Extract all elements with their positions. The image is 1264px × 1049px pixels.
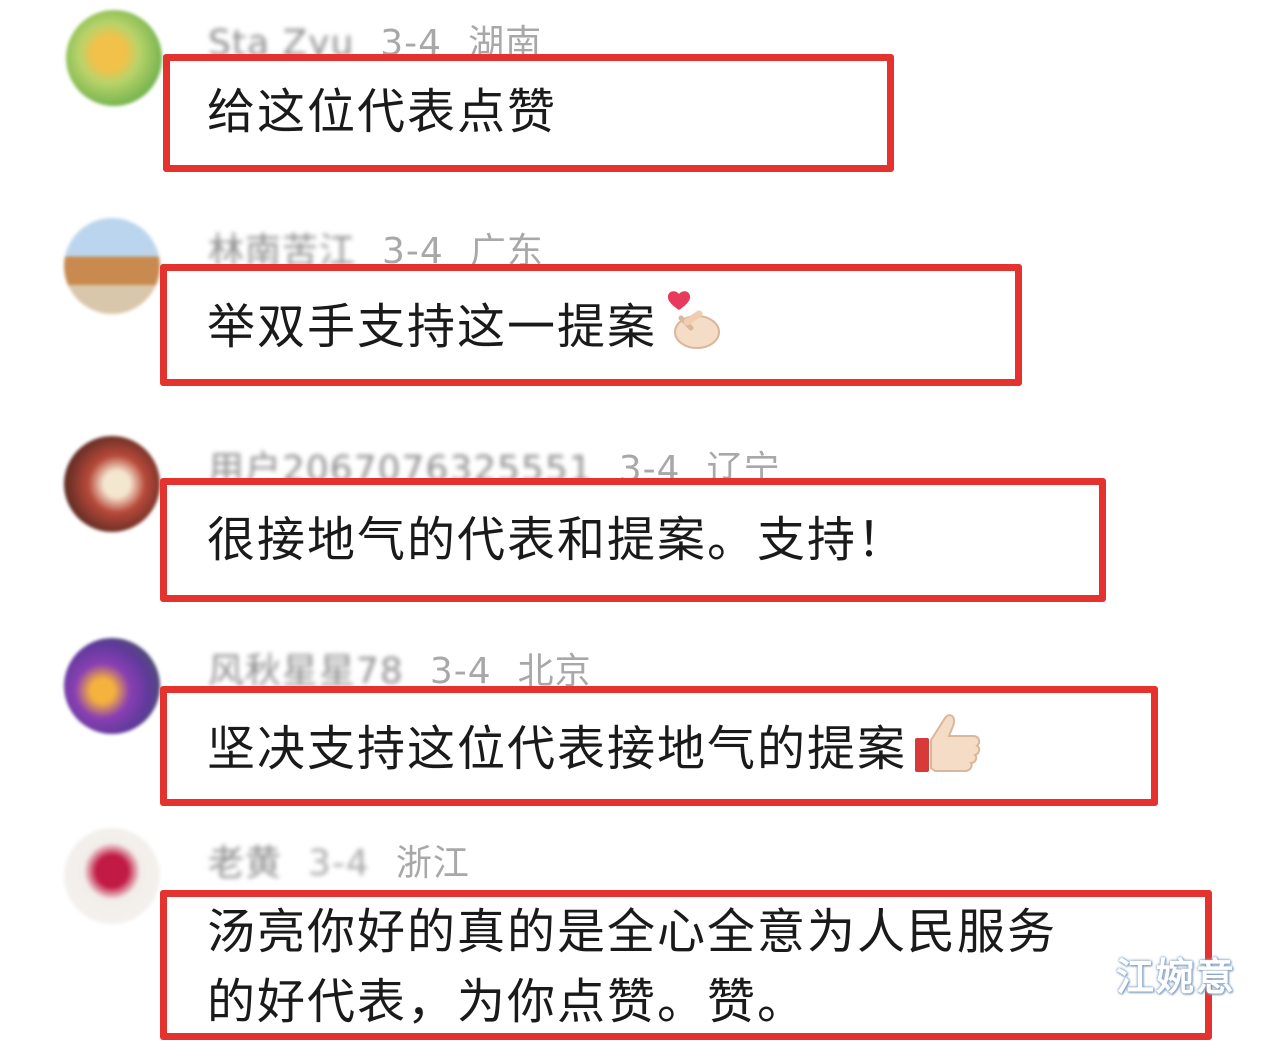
- username[interactable]: 老黄: [208, 843, 282, 884]
- comment-text: 举双手支持这一提案: [207, 288, 725, 372]
- comment-location: 浙江: [395, 843, 470, 884]
- comment-text: 坚决支持这位代表接地气的提案: [207, 708, 983, 796]
- avatar[interactable]: [64, 638, 160, 734]
- watermark: 江婉意: [1115, 955, 1236, 999]
- comment-text-content: 举双手支持这一提案: [207, 299, 658, 355]
- avatar[interactable]: [64, 436, 160, 532]
- avatar[interactable]: [66, 10, 162, 106]
- comment-date: 3-4: [308, 843, 370, 884]
- avatar[interactable]: [64, 218, 160, 314]
- heart-hand-icon: [661, 288, 725, 372]
- comment-text-line-1: 汤亮你好的真的是全心全意为人民服务: [207, 904, 1058, 960]
- thumbs-up-icon: [911, 708, 983, 796]
- comment-text: 给这位代表点赞: [207, 84, 558, 140]
- avatar[interactable]: [64, 828, 160, 924]
- comment-text-line-2: 的好代表，为你点赞。赞。: [207, 974, 808, 1030]
- comment-text: 很接地气的代表和提案。支持！: [207, 512, 908, 568]
- comment-meta: 老黄 3-4 浙江: [208, 834, 470, 886]
- comment-text-content: 坚决支持这位代表接地气的提案: [207, 721, 908, 777]
